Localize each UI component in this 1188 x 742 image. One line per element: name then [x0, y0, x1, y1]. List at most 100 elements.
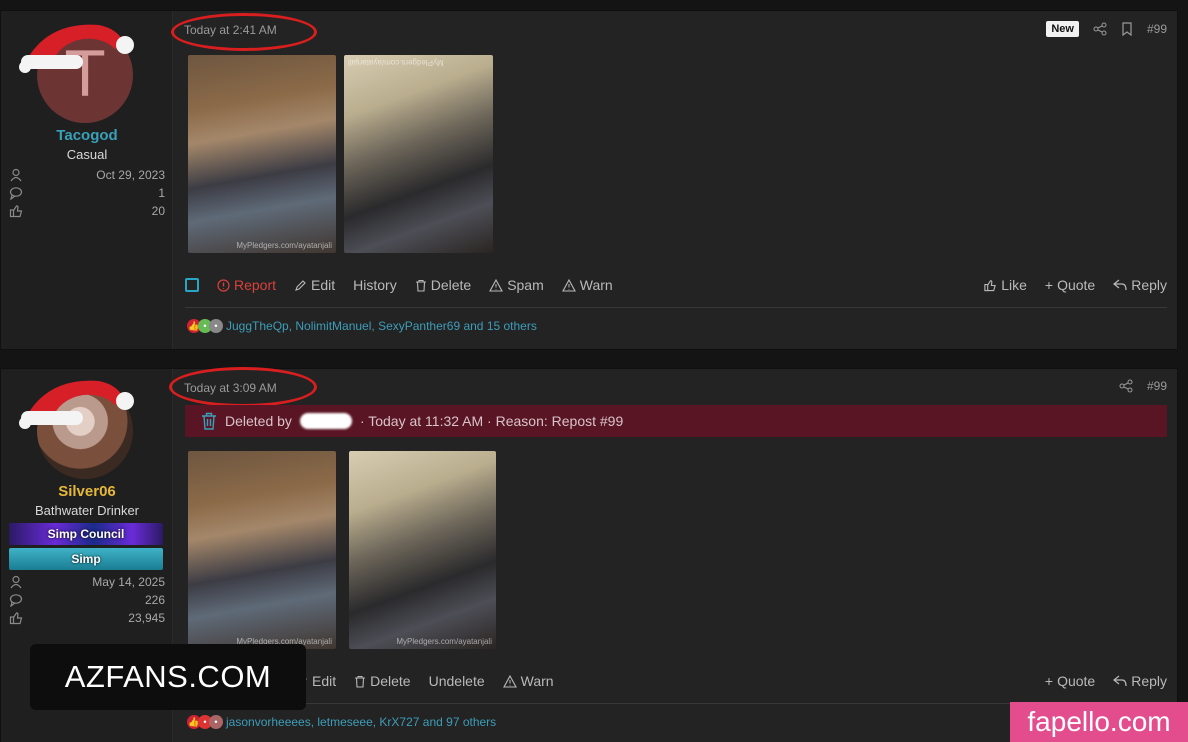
delete-button[interactable]: Delete	[354, 673, 411, 689]
reply-label: Reply	[1131, 673, 1167, 689]
reactions-bar[interactable]: 👍 • • JuggTheQp, NolimitManuel, SexyPant…	[187, 319, 537, 333]
bookmark-icon[interactable]	[1121, 22, 1133, 36]
warn-label: Warn	[579, 277, 613, 293]
user-info-panel: T Tacogod Casual Oct 29, 2023 1 20	[1, 11, 173, 349]
post-actions: Edit Delete Undelete Warn + Quote Reply	[185, 673, 1167, 689]
redacted-username	[299, 413, 352, 429]
share-icon[interactable]	[1093, 22, 1107, 36]
attachment-image[interactable]: MyPledgers.com/ayatanjali	[349, 451, 496, 649]
comment-icon	[9, 187, 23, 200]
image-watermark: MyPledgers.com/ayatanjali	[396, 637, 492, 646]
username[interactable]: Silver06	[1, 483, 173, 500]
warn-button[interactable]: Warn	[502, 673, 554, 689]
reactions-bar[interactable]: 👍 • • jasonvorheeees, letmeseee, KrX727 …	[187, 715, 496, 729]
image-watermark: MyPledgers.com/ayatanjali	[236, 241, 332, 250]
stat-joined: May 14, 2025	[9, 573, 165, 591]
delete-label: Delete	[370, 673, 411, 689]
edit-label: Edit	[311, 277, 336, 293]
reaction-icons: 👍 • •	[187, 319, 223, 333]
user-title: Bathwater Drinker	[34, 503, 140, 518]
highlight-ellipse	[169, 367, 317, 407]
message-body: Today at 2:41 AM New #99 MyPledgers.com/…	[171, 11, 1177, 349]
select-checkbox[interactable]	[185, 278, 199, 292]
report-button[interactable]: Report	[217, 277, 276, 293]
user-icon	[10, 168, 22, 182]
reply-button[interactable]: Reply	[1113, 277, 1167, 293]
warning-triangle-icon	[502, 674, 517, 688]
trash-icon	[355, 675, 366, 688]
history-label: History	[353, 277, 397, 293]
edit-button[interactable]: Edit	[294, 277, 335, 293]
image-watermark: MyPledgers.com/ayatanjali	[348, 58, 444, 67]
quote-label: Quote	[1057, 673, 1096, 689]
avatar-wrapper[interactable]	[19, 380, 134, 479]
reply-label: Reply	[1131, 277, 1167, 293]
reactions-text[interactable]: jasonvorheeees, letmeseee, KrX727 and 97…	[226, 715, 496, 729]
face-reaction-icon: •	[209, 319, 223, 333]
like-button[interactable]: Like	[983, 277, 1027, 293]
highlight-ellipse	[171, 13, 317, 51]
trash-icon	[202, 412, 216, 430]
azfans-watermark: AZFANS.COM	[30, 644, 306, 710]
stat-reactions-value: 23,945	[128, 611, 165, 625]
fapello-watermark: fapello.com	[1010, 702, 1188, 742]
quote-label: Quote	[1057, 277, 1096, 293]
post-tools: New #99	[1046, 21, 1167, 37]
warning-triangle-icon	[489, 278, 504, 292]
deleted-suffix: · Today at 11:32 AM · Reason: Repost #99	[359, 413, 624, 429]
comment-icon	[9, 594, 23, 607]
plus-icon: +	[1044, 673, 1054, 689]
attachment-image[interactable]: MyPledgers.com/ayatanjali	[188, 55, 336, 253]
stat-joined: Oct 29, 2023	[9, 166, 165, 184]
warn-button[interactable]: Warn	[561, 277, 613, 293]
edit-label: Edit	[312, 673, 337, 689]
divider	[185, 307, 1167, 308]
like-label: Like	[1001, 277, 1027, 293]
user-banner-simp: Simp	[9, 548, 163, 570]
username[interactable]: Tacogod	[1, 127, 173, 144]
avatar-wrapper[interactable]: T	[19, 24, 134, 123]
user-title: Casual	[66, 147, 108, 162]
stat-messages-value: 226	[144, 593, 165, 607]
stat-reactions: 23,945	[9, 609, 165, 627]
quote-button[interactable]: + Quote	[1045, 673, 1095, 689]
thumbs-up-icon	[9, 612, 23, 625]
post-tools: #99	[1119, 379, 1167, 393]
warning-triangle-icon	[561, 278, 576, 292]
message-body: Today at 3:09 AM #99 Deleted by · Today …	[169, 367, 1177, 742]
undelete-label: Undelete	[428, 673, 485, 689]
history-button[interactable]: History	[353, 277, 397, 293]
reply-button[interactable]: Reply	[1113, 673, 1167, 689]
post-number-link[interactable]: #99	[1147, 22, 1167, 36]
delete-label: Delete	[430, 277, 472, 293]
pencil-icon	[295, 279, 306, 291]
user-stats: May 14, 2025 226 23,945	[9, 573, 165, 627]
attachment-image[interactable]: MyPledgers.com/ayatanjali	[344, 55, 493, 253]
trash-icon	[415, 279, 426, 292]
undelete-button[interactable]: Undelete	[429, 673, 485, 689]
new-badge: New	[1046, 21, 1079, 37]
post-1: T Tacogod Casual Oct 29, 2023 1 20 Today…	[0, 10, 1178, 350]
stat-messages: 226	[9, 591, 165, 609]
spam-button[interactable]: Spam	[489, 277, 544, 293]
attachment-image[interactable]: MyPledgers.com/ayatanjali	[188, 451, 336, 649]
thumbs-up-icon	[9, 205, 23, 218]
thumbs-up-icon	[984, 279, 997, 291]
report-label: Report	[234, 277, 277, 293]
reply-arrow-icon	[1113, 675, 1127, 687]
santa-hat-icon	[19, 24, 134, 73]
reactions-text[interactable]: JuggTheQp, NolimitManuel, SexyPanther69 …	[226, 319, 537, 333]
stat-reactions-value: 20	[151, 204, 165, 218]
stat-reactions: 20	[9, 202, 165, 220]
post-number-link[interactable]: #99	[1147, 379, 1167, 393]
quote-button[interactable]: + Quote	[1045, 277, 1095, 293]
spam-label: Spam	[507, 277, 544, 293]
share-icon[interactable]	[1119, 379, 1133, 393]
deleted-prefix: Deleted by	[225, 413, 292, 429]
post-actions: Report Edit History Delete Spam Warn Lik…	[185, 277, 1167, 293]
stat-joined-value: May 14, 2025	[92, 575, 165, 589]
user-stats: Oct 29, 2023 1 20	[9, 166, 165, 220]
reply-arrow-icon	[1113, 279, 1127, 291]
delete-button[interactable]: Delete	[415, 277, 471, 293]
stat-joined-value: Oct 29, 2023	[96, 168, 165, 182]
